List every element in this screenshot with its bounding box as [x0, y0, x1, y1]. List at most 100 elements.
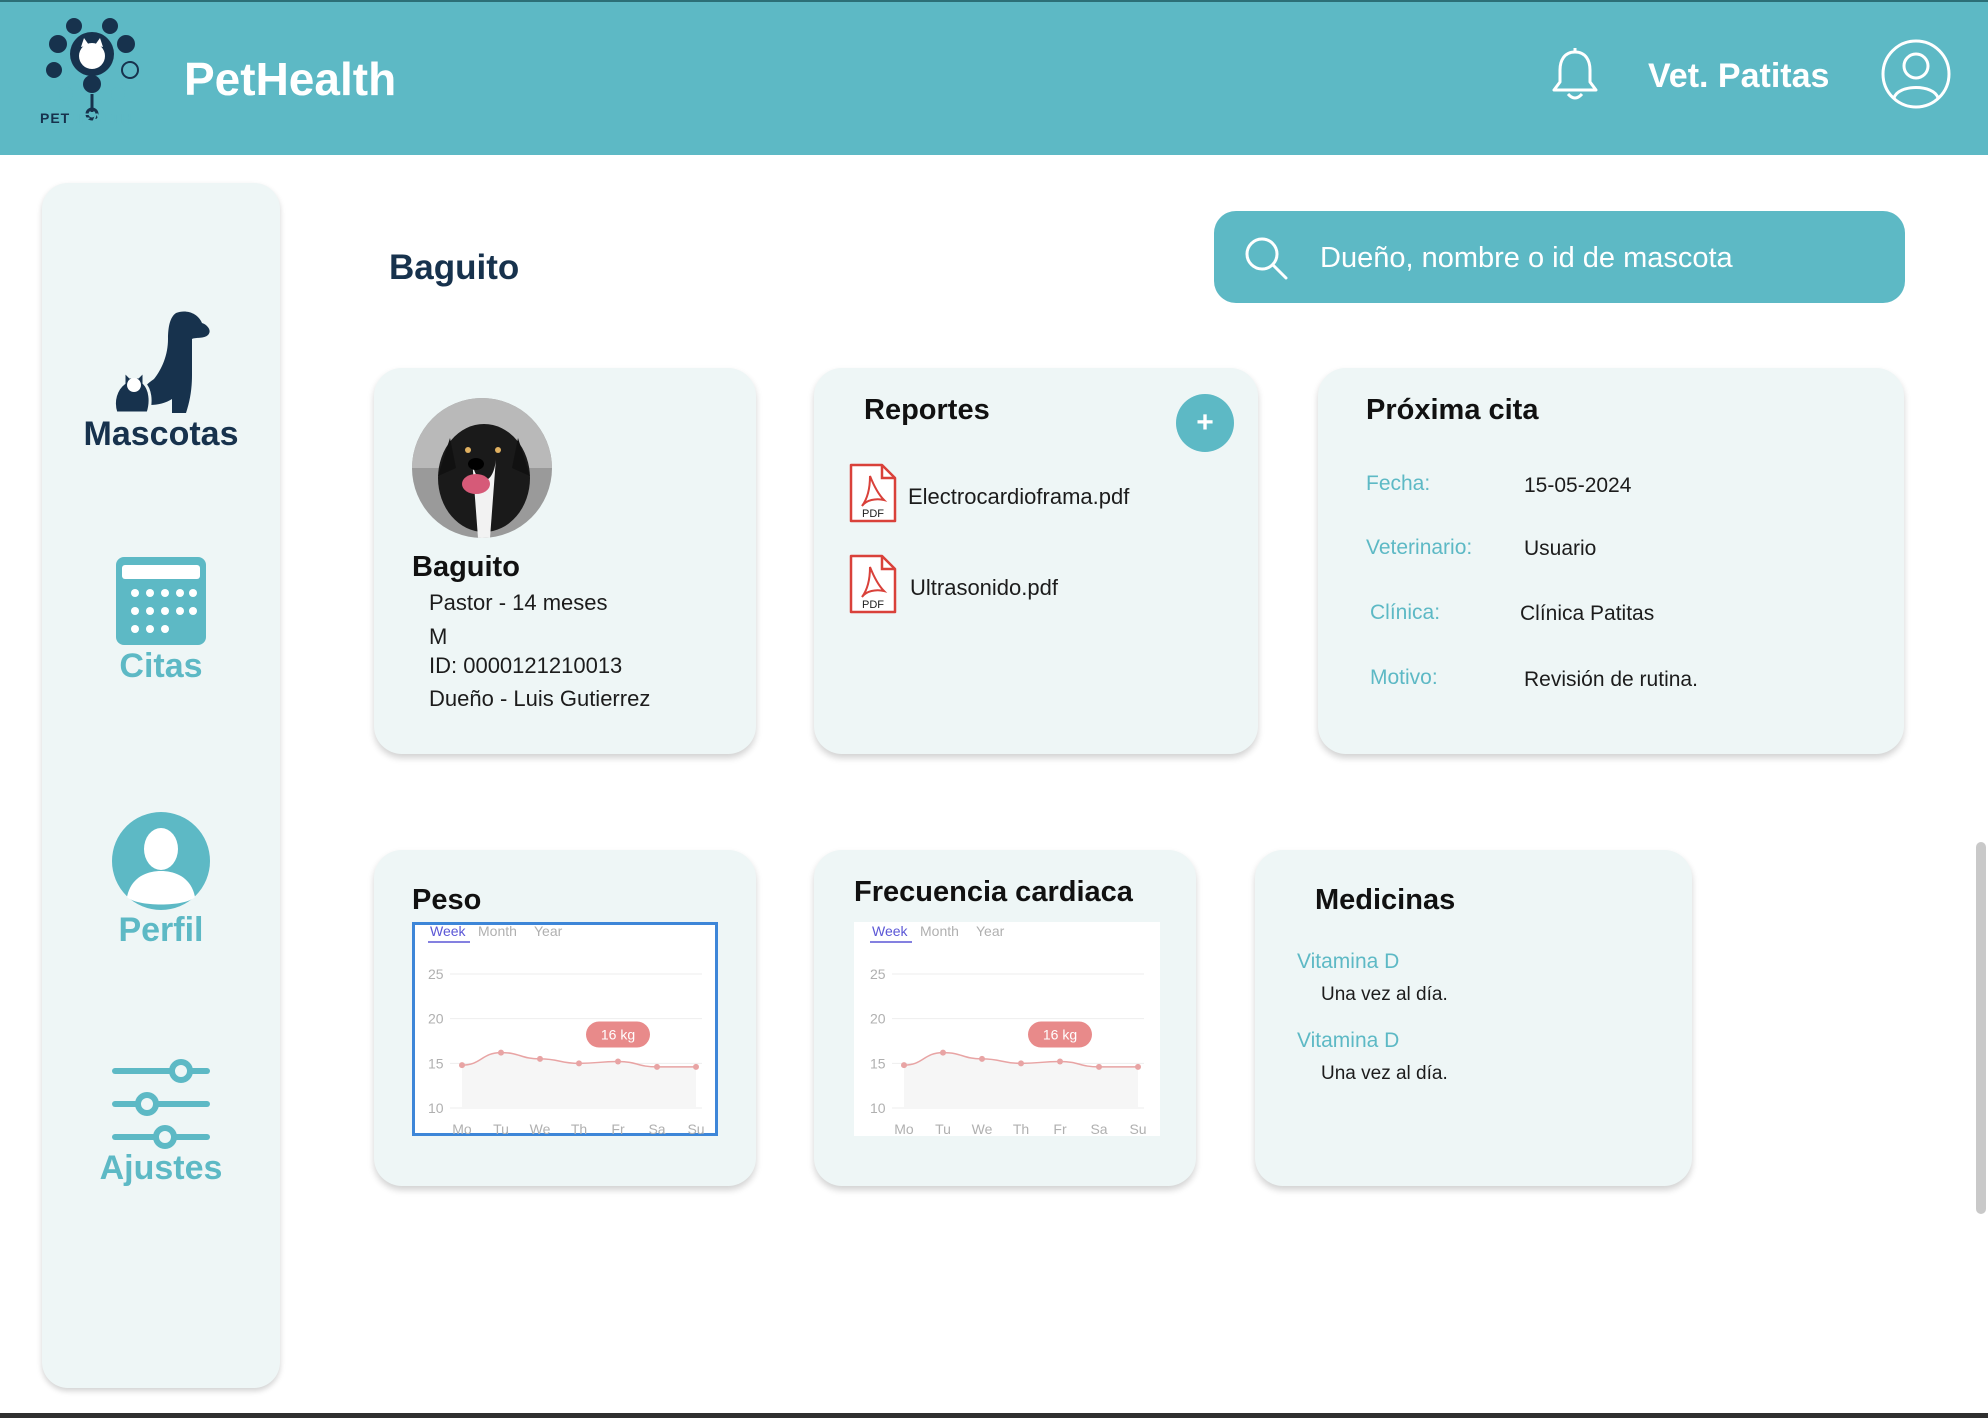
sidebar-item-label: Mascotas [83, 415, 239, 453]
bell-icon[interactable] [1550, 48, 1600, 102]
x-tick-label: Fr [611, 1121, 625, 1136]
x-tick-label: We [530, 1121, 551, 1136]
report-file[interactable]: PDF Electrocardioframa.pdf [848, 462, 1188, 526]
search-input[interactable] [1318, 229, 1882, 287]
chart-tab-month[interactable]: Month [920, 923, 959, 939]
calendar-icon [116, 557, 206, 645]
pet-id: ID: 0000121210013 [429, 653, 623, 678]
data-point [1057, 1058, 1063, 1065]
svg-text:PDF: PDF [862, 508, 884, 520]
sidebar-item-citas[interactable]: Citas [42, 555, 280, 686]
x-tick-label: Mo [894, 1121, 914, 1136]
y-tick-label: 20 [428, 1011, 444, 1027]
sidebar-item-ajustes[interactable]: Ajustes [42, 1059, 280, 1188]
heart-rate-chart[interactable]: Week Month Year 10 15 20 25 Mo Tu We Th Fr Sa Su 16 kg [854, 922, 1160, 1136]
report-file-name: Ultrasonido.pdf [910, 575, 1058, 600]
pet-sex: M [429, 624, 448, 649]
medicine-name[interactable]: Vitamina D [1297, 1029, 1399, 1053]
y-tick-label: 15 [428, 1055, 444, 1071]
medicines-card: Medicinas Vitamina D Una vez al día. Vit… [1255, 850, 1692, 1186]
logo-text: PETHEALTH [40, 110, 132, 126]
pdf-file-icon: PDF [849, 554, 897, 614]
chart-tab-year[interactable]: Year [976, 923, 1005, 939]
pet-info-card: Baguito Pastor - 14 meses M ID: 00001212… [374, 368, 756, 754]
appointment-title: Próxima cita [1366, 394, 1539, 426]
medicines-title: Medicinas [1315, 884, 1456, 916]
y-tick-label: 20 [870, 1011, 886, 1027]
data-point [1135, 1063, 1141, 1070]
search-icon[interactable] [1244, 236, 1288, 280]
data-point [693, 1063, 699, 1070]
chart-tab-week[interactable]: Week [430, 923, 467, 939]
appt-reason-label: Motivo: [1370, 666, 1438, 689]
weight-title: Peso [412, 884, 482, 916]
medicine-dose: Una vez al día. [1321, 984, 1448, 1005]
search-bar[interactable] [1214, 211, 1905, 303]
chart-tab-year[interactable]: Year [534, 923, 563, 939]
x-tick-label: Mo [452, 1121, 472, 1136]
weight-line-chart: Week Month Year 10 15 20 25 Mo Tu We Th Fr Sa Su 16 kg [428, 923, 705, 1136]
report-file[interactable]: PDF Ultrasonido.pdf [848, 553, 1148, 617]
x-tick-label: Sa [648, 1121, 665, 1136]
bottom-divider [0, 1413, 1988, 1418]
report-file-name: Electrocardioframa.pdf [908, 484, 1130, 509]
sidebar-item-mascotas[interactable]: Mascotas [42, 309, 280, 454]
appt-clinic-label: Clínica: [1370, 601, 1441, 624]
sliders-icon [112, 1059, 210, 1149]
vertical-scrollbar[interactable] [1976, 842, 1986, 1214]
top-header: PETHEALTH PetHealth Vet. Patitas [0, 0, 1988, 155]
page-title: Baguito [389, 248, 520, 287]
y-tick-label: 10 [428, 1100, 444, 1116]
sidebar-item-perfil[interactable]: Perfil [42, 811, 280, 950]
data-point [979, 1055, 985, 1062]
value-badge-label: 16 kg [1043, 1027, 1077, 1043]
x-tick-label: Su [1129, 1121, 1146, 1136]
x-tick-label: Tu [935, 1121, 951, 1136]
profile-icon [112, 812, 210, 910]
heart-rate-line-chart: Week Month Year 10 15 20 25 Mo Tu We Th Fr Sa Su 16 kg [870, 923, 1147, 1136]
appt-vet-label: Veterinario: [1366, 536, 1473, 559]
appt-date-value: 15-05-2024 [1524, 474, 1632, 497]
app-name: PetHealth [184, 53, 397, 105]
sidebar-item-label: Perfil [118, 911, 204, 949]
y-tick-label: 25 [428, 966, 444, 982]
data-point [498, 1049, 504, 1056]
next-appointment-card: Próxima cita Fecha: 15-05-2024 Veterinar… [1318, 368, 1904, 754]
data-point [940, 1049, 946, 1056]
data-point [576, 1060, 582, 1067]
x-tick-label: Th [1013, 1121, 1029, 1136]
dog-cat-icon [112, 311, 210, 415]
pet-breed-age: Pastor - 14 meses [429, 590, 608, 615]
x-tick-label: Fr [1053, 1121, 1067, 1136]
y-tick-label: 10 [870, 1100, 886, 1116]
chart-tab-week[interactable]: Week [872, 923, 909, 939]
appt-date-label: Fecha: [1366, 472, 1431, 495]
reports-title: Reportes [864, 394, 990, 426]
sidebar: Mascotas Citas Perfil Ajustes [42, 183, 280, 1388]
appt-clinic-value: Clínica Patitas [1520, 602, 1655, 625]
data-point [537, 1055, 543, 1062]
user-avatar-icon[interactable] [1880, 38, 1952, 110]
data-point [901, 1062, 907, 1069]
pet-name: Baguito [412, 551, 520, 583]
x-tick-label: Sa [1090, 1121, 1107, 1136]
data-point [1018, 1060, 1024, 1067]
x-tick-label: Tu [493, 1121, 509, 1136]
x-tick-label: Th [571, 1121, 587, 1136]
x-tick-label: We [972, 1121, 993, 1136]
add-report-button[interactable]: + [1176, 394, 1234, 452]
medicine-dose: Una vez al día. [1321, 1063, 1448, 1084]
value-badge-label: 16 kg [601, 1027, 635, 1043]
chart-tab-month[interactable]: Month [478, 923, 517, 939]
x-tick-label: Su [687, 1121, 704, 1136]
appt-vet-value: Usuario [1524, 537, 1597, 560]
weight-chart[interactable]: Week Month Year 10 15 20 25 Mo Tu We Th Fr Sa Su 16 kg [412, 922, 718, 1136]
appt-reason-value: Revisión de rutina. [1524, 668, 1698, 691]
pdf-file-icon: PDF [849, 463, 897, 523]
user-name[interactable]: Vet. Patitas [1648, 57, 1829, 96]
medicine-name[interactable]: Vitamina D [1297, 950, 1399, 974]
data-point [1096, 1063, 1102, 1070]
y-tick-label: 15 [870, 1055, 886, 1071]
pet-photo [412, 398, 552, 538]
weight-card: Peso Week Month Year 10 15 20 25 Mo Tu We Th Fr Sa Su… [374, 850, 756, 1186]
